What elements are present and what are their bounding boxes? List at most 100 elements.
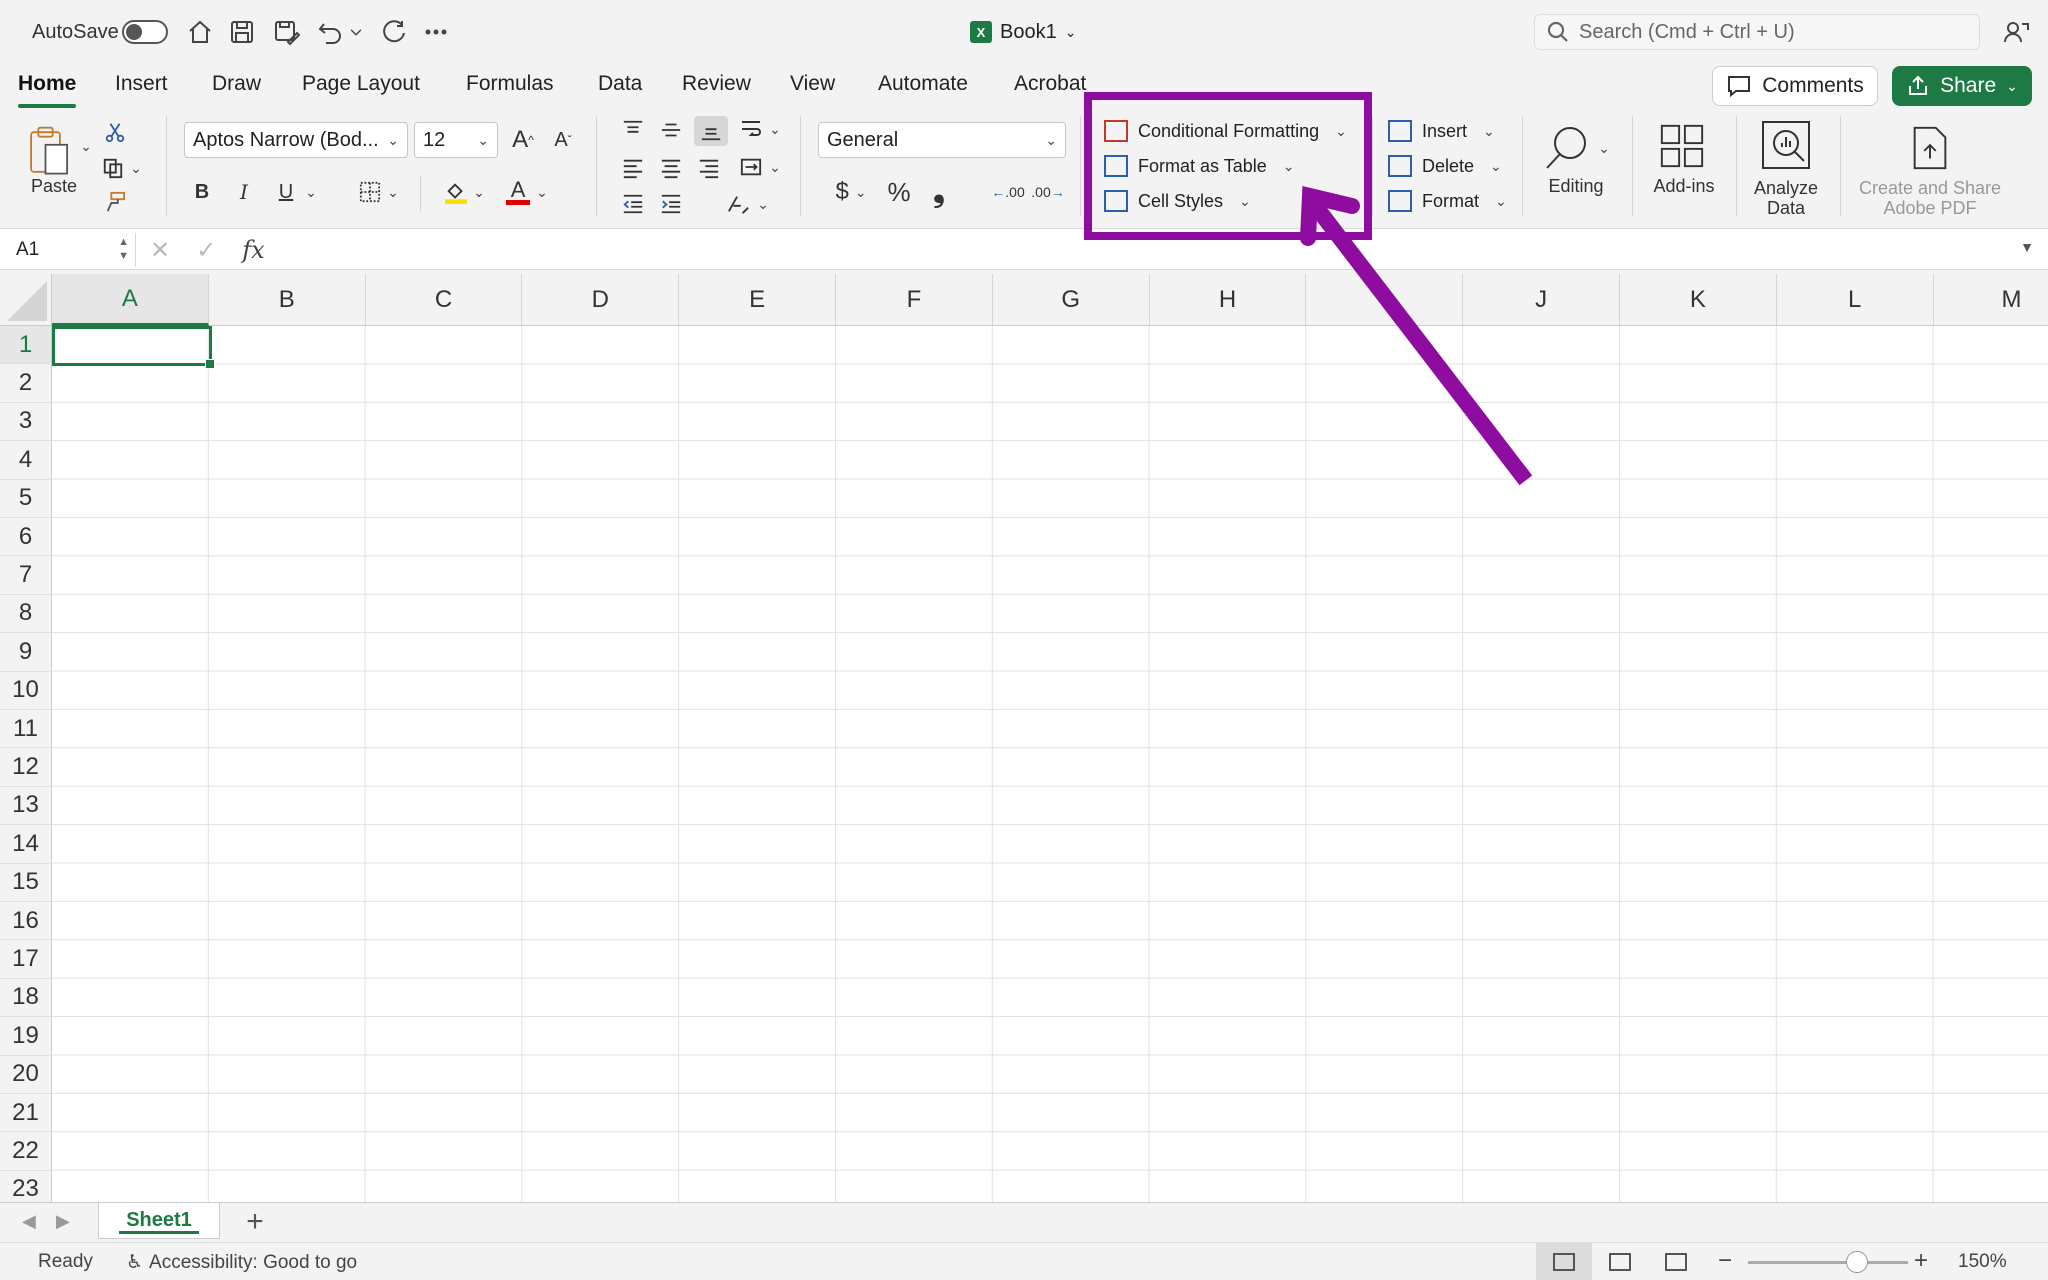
row-header[interactable]: 21: [0, 1094, 52, 1133]
row-header[interactable]: 12: [0, 748, 52, 787]
previous-sheet-icon[interactable]: ◀: [22, 1211, 36, 1232]
add-sheet-button[interactable]: +: [238, 1205, 272, 1239]
column-header[interactable]: C: [365, 274, 523, 326]
bold-button[interactable]: B: [190, 176, 214, 208]
paste-button[interactable]: [20, 122, 80, 182]
increase-decimal-button[interactable]: ← .00: [990, 176, 1026, 208]
undo-dropdown-icon[interactable]: [346, 16, 366, 48]
borders-button[interactable]: ⌄: [354, 176, 404, 208]
normal-view-button[interactable]: [1536, 1243, 1592, 1280]
align-top-icon[interactable]: [618, 116, 648, 144]
column-header[interactable]: L: [1776, 274, 1934, 326]
cancel-icon[interactable]: ✕: [150, 236, 170, 265]
home-icon[interactable]: [184, 16, 216, 48]
fill-color-button[interactable]: ⌄: [440, 176, 490, 208]
underline-dropdown-icon[interactable]: ⌄: [300, 176, 317, 208]
align-center-icon[interactable]: [656, 154, 686, 182]
copy-icon[interactable]: ⌄: [100, 154, 144, 182]
zoom-slider-thumb[interactable]: [1845, 1251, 1868, 1273]
zoom-in-button[interactable]: +: [1914, 1247, 1928, 1275]
row-header[interactable]: 17: [0, 940, 52, 979]
decrease-font-size-button[interactable]: Aˇ: [548, 122, 578, 158]
account-icon[interactable]: [2000, 16, 2032, 48]
row-header[interactable]: 14: [0, 825, 52, 864]
column-header[interactable]: I: [1306, 274, 1464, 326]
paste-dropdown-icon[interactable]: ⌄: [76, 138, 92, 155]
format-cells-button[interactable]: Format ⌄: [1388, 187, 1507, 215]
sheet-tab[interactable]: Sheet1: [98, 1203, 220, 1239]
merge-center-icon[interactable]: ⌄: [736, 152, 784, 182]
row-header[interactable]: 6: [0, 518, 52, 557]
row-header[interactable]: 5: [0, 479, 52, 518]
row-header[interactable]: 13: [0, 786, 52, 826]
font-size-dropdown[interactable]: 12 ⌄: [414, 122, 498, 158]
decrease-decimal-button[interactable]: .00 →: [1030, 176, 1066, 208]
tab-page-layout[interactable]: Page Layout: [302, 72, 420, 104]
row-header[interactable]: 20: [0, 1055, 52, 1094]
row-header[interactable]: 8: [0, 594, 52, 634]
row-header[interactable]: 7: [0, 556, 52, 595]
cell-area[interactable]: [52, 326, 2048, 1202]
column-header[interactable]: A: [52, 274, 209, 326]
orientation-icon[interactable]: ⌄: [720, 190, 774, 218]
column-header[interactable]: K: [1620, 274, 1777, 326]
column-header[interactable]: H: [1149, 274, 1307, 326]
column-header[interactable]: E: [679, 274, 836, 326]
search-box[interactable]: Search (Cmd + Ctrl + U): [1534, 14, 1980, 50]
name-box[interactable]: A1 ▲ ▼: [2, 233, 136, 267]
font-name-dropdown[interactable]: Aptos Narrow (Bod... ⌄: [184, 122, 408, 158]
chevron-down-icon[interactable]: ⌄: [2006, 78, 2018, 95]
delete-cells-button[interactable]: Delete ⌄: [1388, 152, 1502, 180]
more-options-icon[interactable]: [420, 16, 452, 48]
row-header[interactable]: 3: [0, 402, 52, 442]
row-header[interactable]: 15: [0, 863, 52, 902]
row-header[interactable]: 2: [0, 364, 52, 403]
insert-function-button[interactable]: fx: [242, 236, 264, 264]
wrap-text-icon[interactable]: ⌄: [736, 114, 784, 144]
underline-button[interactable]: U: [274, 176, 298, 208]
active-cell[interactable]: [52, 326, 215, 369]
tab-home[interactable]: Home: [18, 72, 77, 108]
align-right-icon[interactable]: [694, 154, 724, 182]
row-header[interactable]: 9: [0, 633, 52, 672]
expand-formula-bar-icon[interactable]: ▼: [2020, 239, 2034, 255]
row-header[interactable]: 10: [0, 671, 52, 710]
row-header[interactable]: 23: [0, 1170, 52, 1202]
row-header[interactable]: 18: [0, 978, 52, 1018]
increase-indent-icon[interactable]: [656, 190, 686, 218]
accessibility-status[interactable]: ♿ Accessibility: Good to go: [126, 1251, 357, 1274]
undo-icon[interactable]: [314, 16, 346, 48]
create-pdf-icon[interactable]: [1908, 122, 1952, 174]
align-bottom-icon[interactable]: [694, 116, 728, 146]
row-header[interactable]: 11: [0, 710, 52, 749]
cut-icon[interactable]: [100, 118, 130, 146]
save-as-icon[interactable]: [270, 16, 302, 48]
save-icon[interactable]: [226, 16, 258, 48]
align-middle-icon[interactable]: [656, 116, 686, 144]
autosave-toggle[interactable]: [122, 20, 168, 44]
editing-button[interactable]: ⌄: [1538, 118, 1614, 178]
tab-review[interactable]: Review: [682, 72, 751, 104]
row-header[interactable]: 16: [0, 902, 52, 941]
decrease-indent-icon[interactable]: [618, 190, 648, 218]
tab-data[interactable]: Data: [598, 72, 642, 104]
column-header[interactable]: J: [1463, 274, 1620, 326]
analyze-data-icon[interactable]: [1758, 118, 1814, 172]
increase-font-size-button[interactable]: A ^: [508, 122, 538, 158]
tab-draw[interactable]: Draw: [212, 72, 261, 104]
select-all-button[interactable]: [0, 274, 52, 326]
column-header[interactable]: B: [208, 274, 366, 326]
next-sheet-icon[interactable]: ▶: [56, 1211, 70, 1232]
accounting-format-button[interactable]: $ ⌄: [826, 176, 876, 208]
stepper-icon[interactable]: ▲ ▼: [118, 235, 129, 263]
align-left-icon[interactable]: [618, 154, 648, 182]
italic-button[interactable]: I: [232, 176, 256, 208]
comma-style-button[interactable]: ❟: [926, 175, 952, 208]
document-title[interactable]: X Book1 ⌄: [970, 18, 1076, 46]
column-header[interactable]: G: [992, 274, 1150, 326]
row-header[interactable]: 1: [0, 326, 52, 365]
add-ins-icon[interactable]: [1654, 120, 1710, 172]
number-format-dropdown[interactable]: General ⌄: [818, 122, 1066, 158]
percent-style-button[interactable]: %: [882, 176, 916, 208]
tab-view[interactable]: View: [790, 72, 835, 104]
